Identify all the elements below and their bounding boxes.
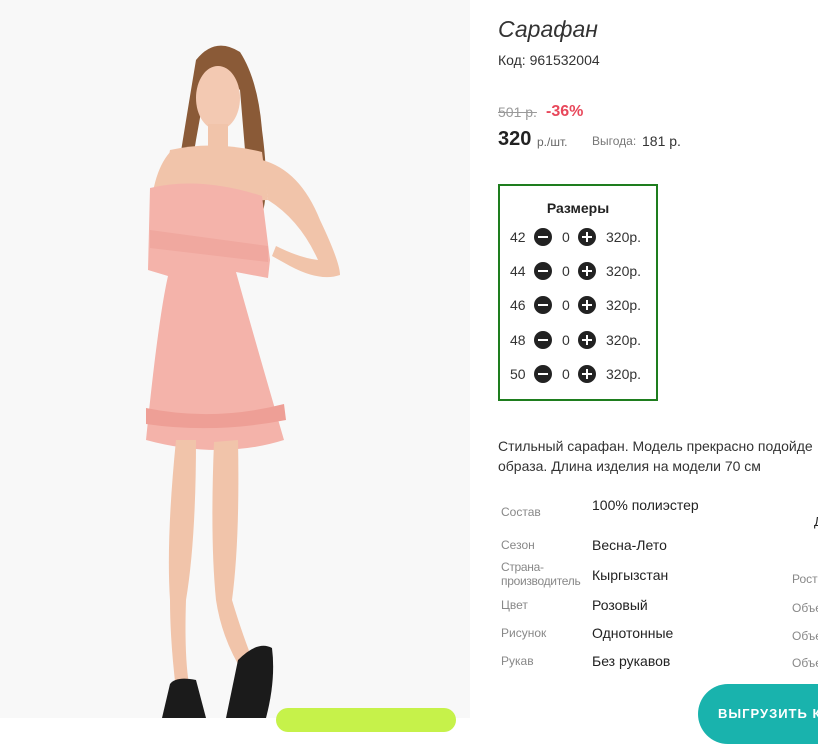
truncated-label: Рост — [792, 572, 818, 586]
product-photo[interactable] — [0, 0, 470, 718]
size-quantity: 0 — [562, 366, 570, 382]
truncated-label: Объе — [792, 629, 818, 643]
size-row: 48 0 320р. — [500, 330, 656, 350]
property-label: Рукав — [501, 654, 534, 668]
property-label: Страна-производитель — [501, 560, 581, 588]
model-illustration — [0, 0, 470, 718]
property-value: Розовый — [592, 597, 648, 613]
minus-icon[interactable] — [534, 262, 552, 280]
property-label: Рисунок — [501, 626, 547, 640]
property-value: Однотонные — [592, 625, 674, 641]
property-value: 100% полиэстер — [592, 497, 699, 513]
size-number: 46 — [510, 297, 526, 313]
truncated-text: Д — [814, 514, 818, 529]
size-price: 320р. — [606, 332, 642, 348]
size-number: 50 — [510, 366, 526, 382]
size-quantity: 0 — [562, 332, 570, 348]
size-quantity: 0 — [562, 297, 570, 313]
size-price: 320р. — [606, 297, 642, 313]
minus-icon[interactable] — [534, 296, 552, 314]
property-value: Весна-Лето — [592, 537, 667, 553]
discount-badge: -36% — [546, 103, 584, 120]
sizes-title: Размеры — [546, 200, 610, 216]
benefit-label: Выгода: — [592, 134, 637, 148]
plus-icon[interactable] — [578, 228, 596, 246]
size-row: 50 0 320р. — [500, 364, 656, 384]
size-number: 44 — [510, 263, 526, 279]
description-line: образа. Длина изделия на модели 70 см — [498, 458, 761, 474]
minus-icon[interactable] — [534, 331, 552, 349]
size-price: 320р. — [606, 263, 642, 279]
current-price: 320 — [498, 128, 532, 150]
property-value: Без рукавов — [592, 653, 671, 669]
size-number: 42 — [510, 229, 526, 245]
description-line: Стильный сарафан. Модель прекрасно подой… — [498, 438, 813, 454]
size-price: 320р. — [606, 229, 642, 245]
property-label: Состав — [501, 505, 541, 519]
size-quantity: 0 — [562, 263, 570, 279]
code-value: 961532004 — [529, 52, 600, 68]
code-label: Код: — [498, 52, 526, 68]
size-quantity: 0 — [562, 229, 570, 245]
truncated-label: Объе — [792, 601, 818, 615]
truncated-label: Объе — [792, 656, 818, 670]
plus-icon[interactable] — [578, 365, 596, 383]
export-button[interactable]: ВЫГРУЗИТЬ К — [698, 684, 818, 744]
size-row: 42 0 320р. — [500, 227, 656, 247]
plus-icon[interactable] — [578, 331, 596, 349]
plus-icon[interactable] — [578, 296, 596, 314]
product-code: Код: 961532004 — [498, 52, 600, 68]
minus-icon[interactable] — [534, 228, 552, 246]
property-label: Сезон — [501, 538, 535, 552]
size-row: 46 0 320р. — [500, 295, 656, 315]
benefit-value: 181 р. — [642, 133, 681, 149]
size-price: 320р. — [606, 366, 642, 382]
add-to-cart-button[interactable] — [276, 708, 456, 732]
plus-icon[interactable] — [578, 262, 596, 280]
size-row: 44 0 320р. — [500, 261, 656, 281]
size-number: 48 — [510, 332, 526, 348]
product-title: Сарафан — [498, 16, 598, 42]
old-price: 501 р. — [498, 104, 537, 120]
export-button-label: ВЫГРУЗИТЬ К — [718, 706, 818, 721]
product-description: Стильный сарафан. Модель прекрасно подой… — [498, 436, 818, 476]
price-unit: р./шт. — [537, 135, 568, 149]
minus-icon[interactable] — [534, 365, 552, 383]
sizes-panel: Размеры 42 0 320р. 44 0 320р. 46 0 320р.… — [498, 184, 658, 401]
property-label: Цвет — [501, 598, 528, 612]
property-value: Кыргызстан — [592, 567, 669, 583]
